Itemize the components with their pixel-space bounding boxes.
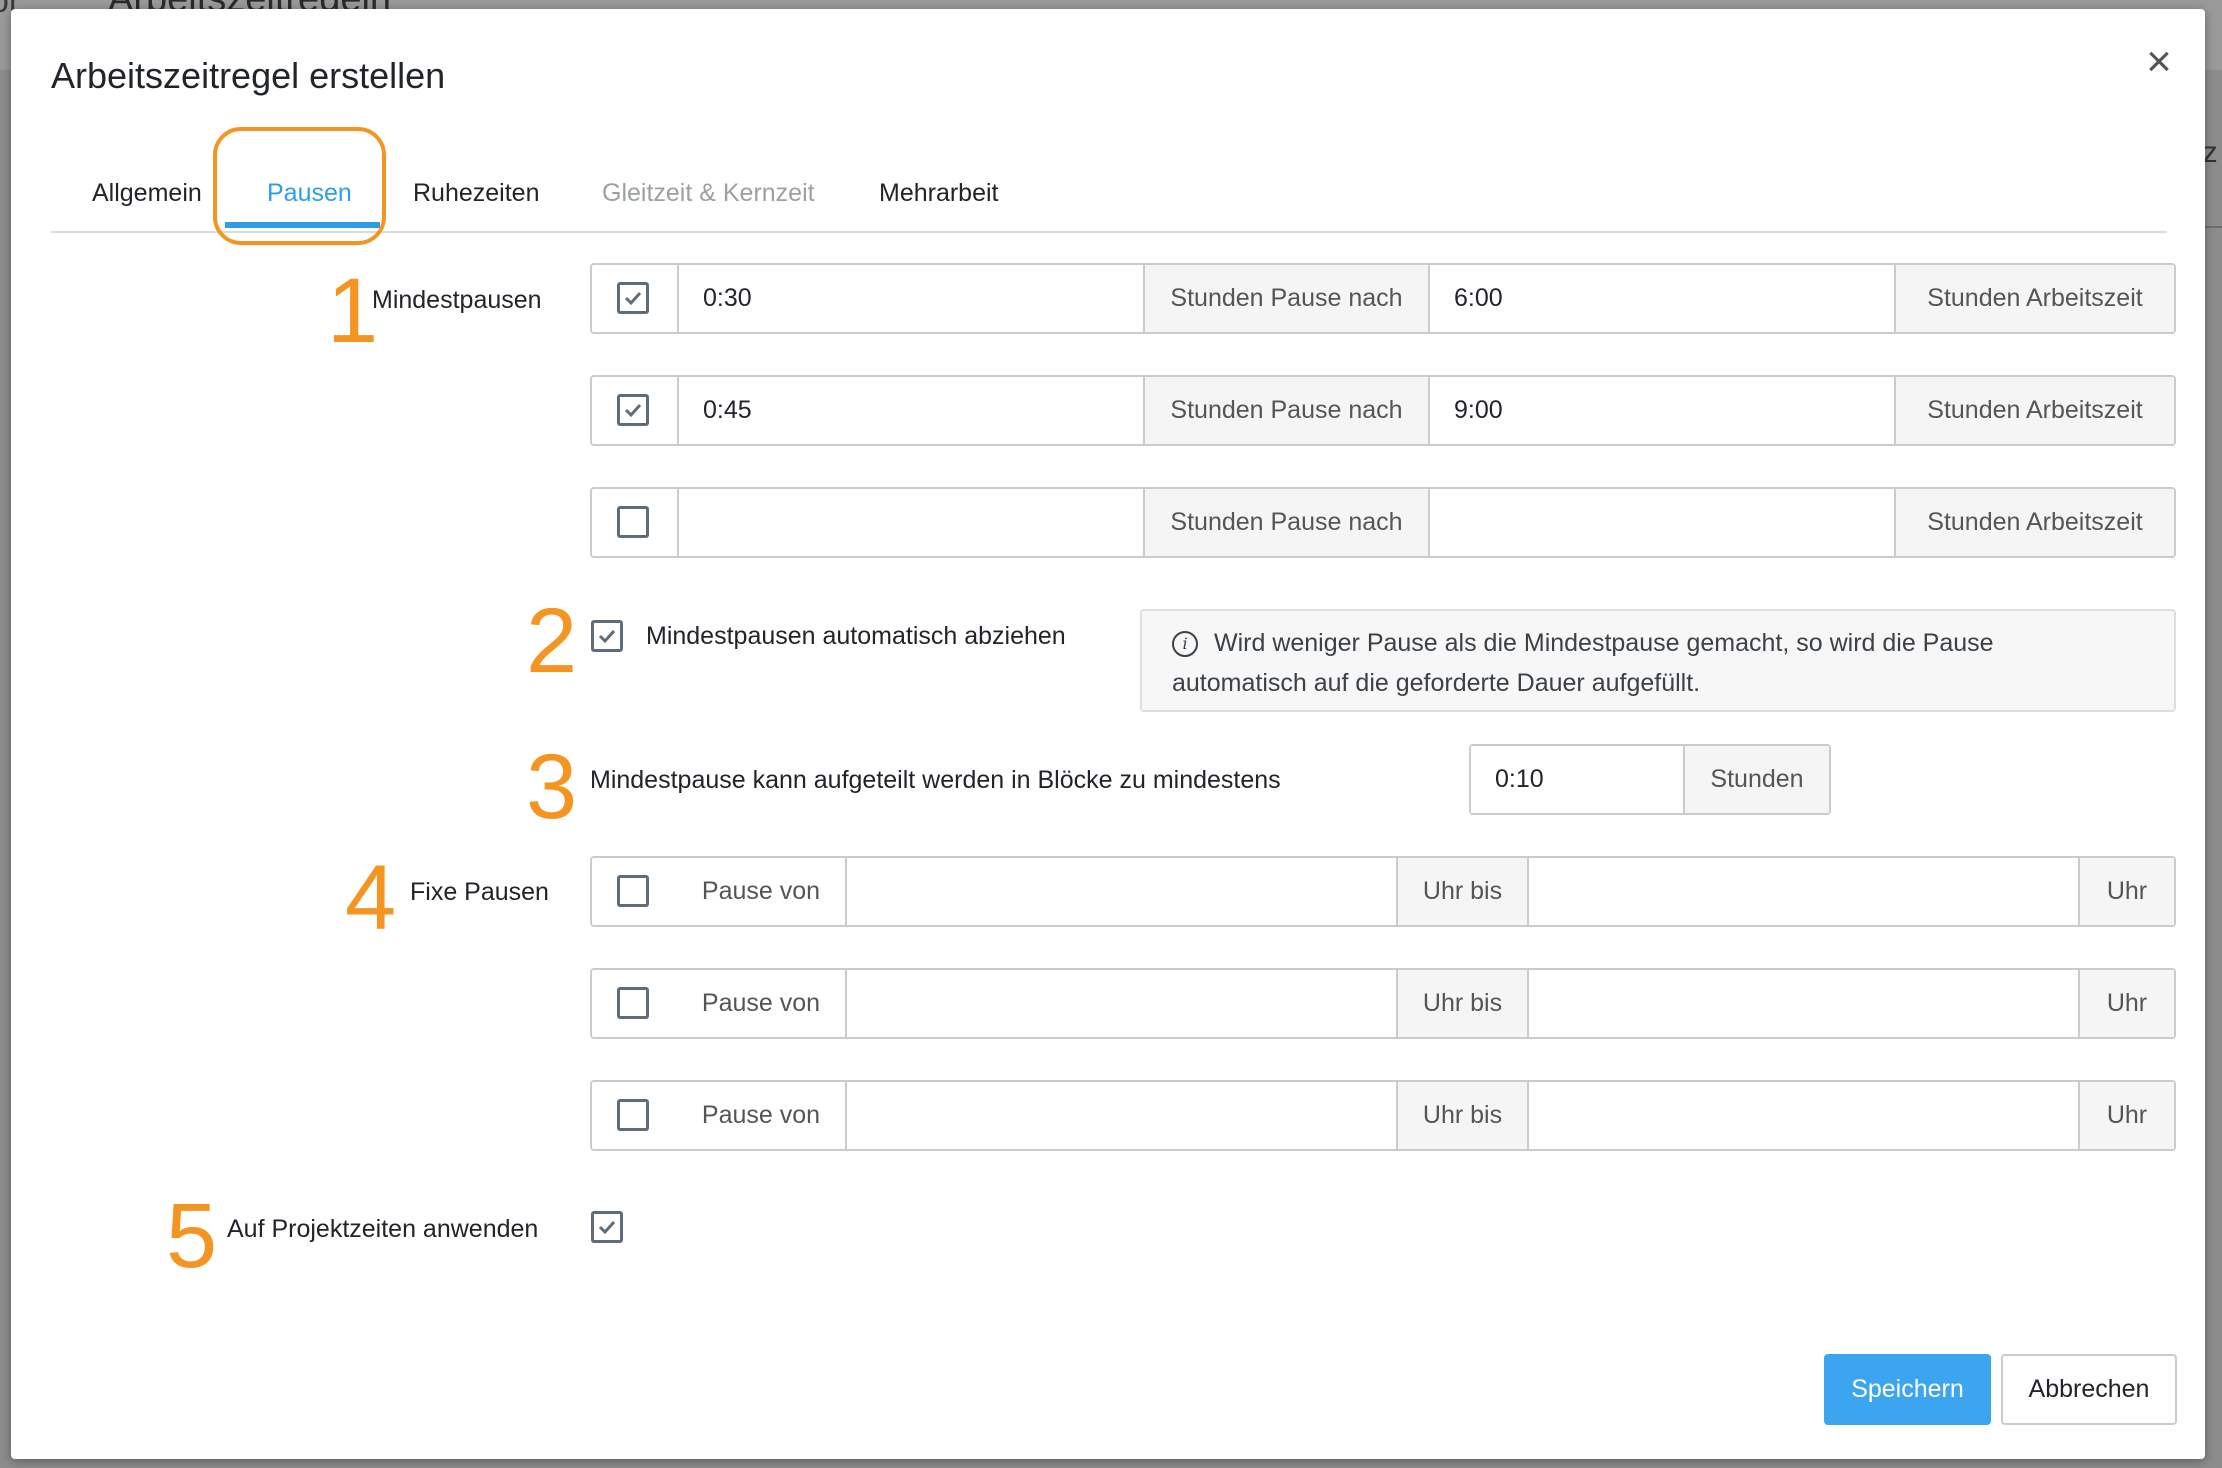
worktime-input[interactable]: 9:00 xyxy=(1428,377,1894,444)
check-icon xyxy=(624,403,642,418)
annotation-number-4: 4 xyxy=(345,847,397,949)
pause-after-addon: Stunden Pause nach xyxy=(1143,377,1428,444)
uhr-bis-addon: Uhr bis xyxy=(1396,1082,1527,1149)
checkbox-cell xyxy=(592,377,677,444)
uhr-addon: Uhr xyxy=(2078,858,2174,925)
tab-mehrarbeit[interactable]: Mehrarbeit xyxy=(879,179,999,208)
auto-deduct-checkbox[interactable] xyxy=(591,620,623,652)
tab-allgemein[interactable]: Allgemein xyxy=(92,179,202,208)
save-button[interactable]: Speichern xyxy=(1824,1354,1991,1425)
worktime-addon: Stunden Arbeitszeit xyxy=(1894,265,2174,332)
close-icon[interactable]: × xyxy=(2139,40,2179,84)
worktime-addon: Stunden Arbeitszeit xyxy=(1894,377,2174,444)
blocks-label: Mindestpause kann aufgeteilt werden in B… xyxy=(590,766,1281,794)
projektzeiten-checkbox[interactable] xyxy=(591,1211,623,1243)
pause-von-input[interactable] xyxy=(845,1082,1396,1149)
info-icon: i xyxy=(1172,631,1198,657)
checkbox-cell xyxy=(592,489,677,556)
mindestpause-checkbox-3[interactable] xyxy=(617,506,649,538)
info-text: Wird weniger Pause als die Mindestpause … xyxy=(1214,629,1994,657)
annotation-number-3: 3 xyxy=(526,736,578,838)
tab-gleitzeit-kernzeit: Gleitzeit & Kernzeit xyxy=(602,179,815,207)
fixe-pausen-label: Fixe Pausen xyxy=(410,878,549,906)
fixe-pause-row: Pause von Uhr bis Uhr xyxy=(590,968,2176,1039)
blocks-duration-input[interactable]: 0:10 xyxy=(1471,746,1683,813)
fixe-pause-checkbox-2[interactable] xyxy=(617,987,649,1019)
worktime-addon: Stunden Arbeitszeit xyxy=(1894,489,2174,556)
pause-von-addon: Pause von xyxy=(677,1082,845,1149)
mindestpause-row: Stunden Pause nach Stunden Arbeitszeit xyxy=(590,487,2176,558)
uhr-addon: Uhr xyxy=(2078,970,2174,1037)
checkbox-cell xyxy=(592,1082,677,1149)
pause-von-addon: Pause von xyxy=(677,970,845,1037)
info-box: i Wird weniger Pause als die Mindestpause… xyxy=(1140,609,2176,712)
fixe-pause-checkbox-3[interactable] xyxy=(617,1099,649,1131)
annotation-number-5: 5 xyxy=(166,1185,218,1287)
uhr-addon: Uhr xyxy=(2078,1082,2174,1149)
pause-bis-input[interactable] xyxy=(1527,970,2078,1037)
uhr-bis-addon: Uhr bis xyxy=(1396,970,1527,1037)
info-text-line1: i Wird weniger Pause als die Mindestpause… xyxy=(1172,623,1994,663)
tab-ruhezeiten[interactable]: Ruhezeiten xyxy=(413,179,539,208)
uhr-bis-addon: Uhr bis xyxy=(1396,858,1527,925)
mindestpause-row: 0:45 Stunden Pause nach 9:00 Stunden Arb… xyxy=(590,375,2176,446)
check-icon xyxy=(624,291,642,306)
pause-duration-input[interactable]: 0:30 xyxy=(677,265,1143,332)
blocks-unit-addon: Stunden xyxy=(1683,746,1829,813)
mindestpause-checkbox-1[interactable] xyxy=(617,282,649,314)
worktime-input[interactable]: 6:00 xyxy=(1428,265,1894,332)
cancel-button[interactable]: Abbrechen xyxy=(2001,1354,2177,1425)
mindestpausen-label: Mindestpausen xyxy=(372,286,542,314)
worktime-input[interactable] xyxy=(1428,489,1894,556)
info-text-line2: automatisch auf die geforderte Dauer auf… xyxy=(1172,669,1701,697)
auto-deduct-label: Mindestpausen automatisch abziehen xyxy=(646,622,1066,650)
modal-title: Arbeitszeitregel erstellen xyxy=(51,55,446,96)
pause-von-input[interactable] xyxy=(845,858,1396,925)
tab-highlight-marker xyxy=(213,127,386,245)
fixe-pause-row: Pause von Uhr bis Uhr xyxy=(590,856,2176,927)
pause-bis-input[interactable] xyxy=(1527,1082,2078,1149)
pause-duration-input[interactable]: 0:45 xyxy=(677,377,1143,444)
checkbox-cell xyxy=(592,970,677,1037)
pause-after-addon: Stunden Pause nach xyxy=(1143,265,1428,332)
pause-bis-input[interactable] xyxy=(1527,858,2078,925)
checkbox-cell xyxy=(592,265,677,332)
pause-von-input[interactable] xyxy=(845,970,1396,1037)
check-icon xyxy=(598,1220,616,1235)
pause-after-addon: Stunden Pause nach xyxy=(1143,489,1428,556)
mindestpause-row: 0:30 Stunden Pause nach 6:00 Stunden Arb… xyxy=(590,263,2176,334)
checkbox-cell xyxy=(592,858,677,925)
annotation-number-1: 1 xyxy=(327,260,379,362)
annotation-number-2: 2 xyxy=(526,590,578,692)
blocks-input-group: 0:10 Stunden xyxy=(1469,744,1831,815)
projektzeiten-label: Auf Projektzeiten anwenden xyxy=(227,1215,539,1243)
check-icon xyxy=(598,629,616,644)
modal-dialog: Arbeitszeitregel erstellen × Allgemein P… xyxy=(11,9,2205,1459)
pause-duration-input[interactable] xyxy=(677,489,1143,556)
fixe-pause-row: Pause von Uhr bis Uhr xyxy=(590,1080,2176,1151)
mindestpause-checkbox-2[interactable] xyxy=(617,394,649,426)
pause-von-addon: Pause von xyxy=(677,858,845,925)
fixe-pause-checkbox-1[interactable] xyxy=(617,875,649,907)
